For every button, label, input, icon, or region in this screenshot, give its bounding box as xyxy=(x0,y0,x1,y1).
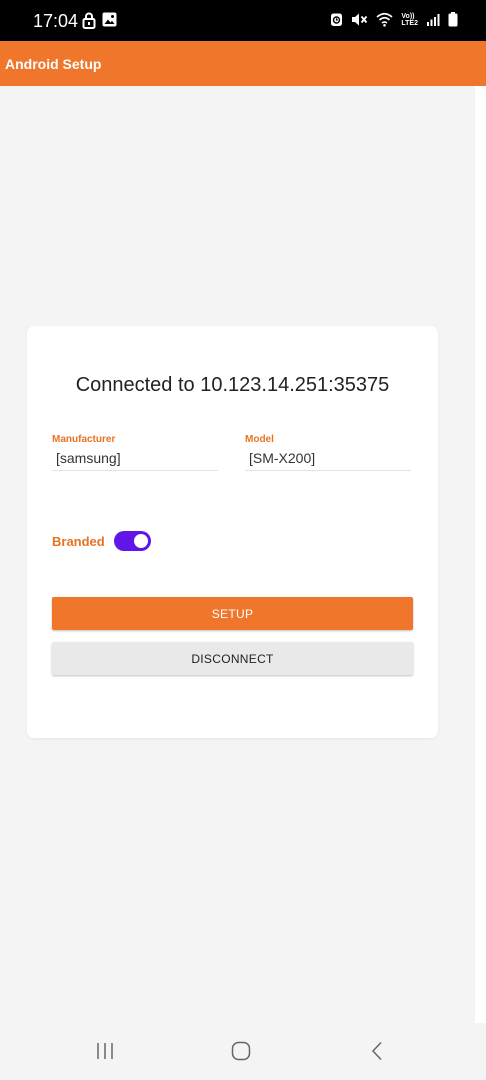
branded-toggle[interactable] xyxy=(113,531,151,551)
home-icon[interactable] xyxy=(231,1041,251,1061)
status-icons-right: Vo)) LTE2 xyxy=(330,12,458,27)
signal-icon xyxy=(427,13,440,26)
navigation-bar xyxy=(0,1023,486,1080)
branded-label: Branded xyxy=(52,533,105,549)
wifi-icon xyxy=(376,12,393,27)
network-label-bottom: LTE2 xyxy=(401,19,418,27)
model-field: Model xyxy=(245,434,411,471)
status-bar: 17:04 Vo)) LTE2 xyxy=(0,0,486,41)
network-label-top: Vo)) xyxy=(401,12,415,20)
alarm-icon xyxy=(331,13,343,26)
image-icon xyxy=(102,12,117,27)
volte-lte2-icon: Vo)) LTE2 xyxy=(401,13,418,27)
disconnect-button[interactable]: DISCONNECT xyxy=(52,642,413,675)
model-input[interactable] xyxy=(245,448,411,471)
manufacturer-input[interactable] xyxy=(52,448,218,471)
app-title: Android Setup xyxy=(5,56,102,72)
status-icons-left xyxy=(82,12,117,29)
manufacturer-label: Manufacturer xyxy=(52,434,116,445)
battery-icon xyxy=(448,12,458,27)
lock-icon xyxy=(82,12,96,29)
setup-button[interactable]: SETUP xyxy=(52,597,413,630)
manufacturer-field: Manufacturer xyxy=(52,434,218,471)
connection-card: Connected to 10.123.14.251:35375 Manufac… xyxy=(27,326,438,738)
toggle-knob xyxy=(133,534,148,548)
back-icon[interactable] xyxy=(370,1041,386,1061)
connection-status-text: Connected to 10.123.14.251:35375 xyxy=(75,374,390,396)
model-label: Model xyxy=(245,434,274,445)
scrollbar-track xyxy=(475,86,486,1023)
branded-row: Branded xyxy=(52,531,151,551)
recents-icon[interactable] xyxy=(95,1041,115,1061)
app-bar: Android Setup xyxy=(0,41,486,86)
mute-icon xyxy=(352,13,368,26)
status-time: 17:04 xyxy=(33,11,79,31)
